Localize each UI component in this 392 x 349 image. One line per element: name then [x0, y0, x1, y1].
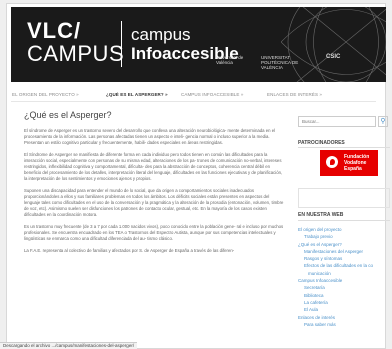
search-input[interactable] [298, 116, 376, 127]
web-heading: EN NUESTRA WEB [298, 212, 344, 218]
menu-item-efectos[interactable]: Efectos de las dificultades en la co [298, 262, 390, 269]
main-content: ¿Qué es el Asperger? El síndrome de Aspe… [24, 110, 286, 260]
browser-status-bar: Descargando el archivo .../campus/manife… [0, 342, 138, 349]
menu-item-origen[interactable]: El origen del proyecto [298, 226, 390, 233]
menu-item-asperger[interactable]: ¿Qué es el Asperger? [298, 241, 390, 248]
menu-item-secretaria[interactable]: Secretaría [298, 284, 390, 291]
nav-item-origen[interactable]: EL ORIGEN DEL PROYECTO » [12, 92, 79, 97]
vodafone-icon [326, 156, 338, 168]
content-paragraph: Suponen una discapacidad para entender e… [24, 188, 284, 217]
menu-item-enlaces[interactable]: Enlaces de interés [298, 314, 390, 321]
campus-title-line1: campus [131, 25, 191, 44]
site-menu: El origen del proyecto Trabajo previo ¿Q… [298, 226, 390, 328]
vlc-logo-campus[interactable]: CAMPUS [27, 43, 124, 65]
vodafone-text-line: España [344, 166, 362, 172]
web-divider [298, 220, 390, 221]
partner-logo-uv[interactable]: Vniversitat de València [216, 55, 256, 65]
vodafone-logo-text: Fundación Vodafone España [344, 154, 369, 172]
page-title: ¿Qué es el Asperger? [24, 110, 112, 120]
nav-item-enlaces[interactable]: ENLACES DE INTERÉS » [267, 92, 322, 97]
menu-item-efectos-cont[interactable]: municación [298, 270, 390, 277]
search-icon: ⚲ [380, 118, 386, 125]
vlc-logo[interactable]: VLC/ [27, 20, 81, 42]
content-paragraph: La F.A.E. representa al colectivo de fam… [24, 248, 235, 253]
logo-divider [121, 21, 122, 67]
sponsor-extra-frame [298, 188, 390, 208]
menu-item-cafeteria[interactable]: La cafetería [298, 299, 390, 306]
content-paragraph: Es un trastorno muy frecuente (de 3 a 7 … [24, 224, 284, 241]
vodafone-foundation-logo[interactable]: Fundación Vodafone España [320, 150, 378, 176]
sponsors-divider [298, 147, 390, 148]
menu-item-saber-mas[interactable]: Para saber más [298, 321, 390, 328]
main-navigation: EL ORIGEN DEL PROYECTO » ¿QUÉ ES EL ASPE… [11, 88, 376, 102]
menu-item-aula[interactable]: El Aula [298, 306, 390, 313]
menu-item-biblioteca[interactable]: Biblioteca [298, 292, 390, 299]
partner-logo-csic[interactable]: CSIC [326, 54, 340, 60]
search-button[interactable]: ⚲ [378, 116, 388, 127]
site-header: VLC/ CAMPUS campus Infoaccesible Vnivers… [11, 7, 386, 82]
header-pattern-graphic [281, 7, 386, 82]
partner-logo-upv[interactable]: UNIVERSITAT POLITÈCNICA DE VALÈNCIA [261, 55, 306, 70]
nav-item-asperger[interactable]: ¿QUÉ ES EL ASPERGER? » [106, 92, 168, 97]
sponsors-heading: PATROCINADORES [298, 140, 345, 146]
nav-item-campus[interactable]: CAMPUS INFOACCESIBLE » [181, 92, 243, 97]
menu-item-trabajo-previo[interactable]: Trabajo previo [298, 233, 390, 240]
content-paragraph: El síndrome de Asperger es un trastorno … [24, 128, 276, 145]
menu-item-rasgos[interactable]: Rasgos y síntomas [298, 255, 390, 262]
content-paragraph: El Síndrome de Asperger se manifiesta de… [24, 152, 283, 181]
menu-item-campus[interactable]: Campus Infoaccesible [298, 277, 390, 284]
menu-item-manifestaciones[interactable]: Manifestaciones del Asperger [298, 248, 390, 255]
